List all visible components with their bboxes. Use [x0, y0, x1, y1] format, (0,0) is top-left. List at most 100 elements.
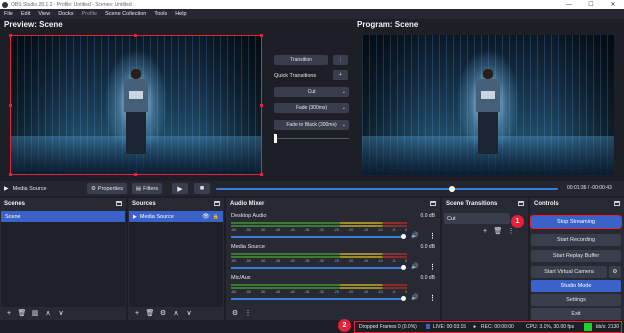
menu-help[interactable]: Help [175, 11, 186, 17]
studio-mode-button[interactable]: Studio Mode [531, 280, 621, 292]
add-icon[interactable]: + [132, 309, 142, 319]
start-replay-buffer-button[interactable]: Start Replay Buffer [531, 250, 621, 262]
volume-fader-handle[interactable] [401, 265, 406, 270]
filter-icon: ▤ [135, 185, 142, 192]
gear-icon[interactable]: ⚙ [158, 309, 168, 319]
menu-file[interactable]: File [4, 11, 13, 17]
source-selection-box[interactable] [10, 35, 262, 175]
transition-menu-icon[interactable]: ⋮ [506, 227, 516, 237]
transition-button[interactable]: Transition [274, 55, 328, 65]
resize-handle-br[interactable] [260, 173, 263, 176]
media-stop-button[interactable]: ■ [194, 183, 210, 194]
scenes-toolbar: + 🗑 ▥ ∧ ∨ [0, 307, 126, 320]
menu-docks[interactable]: Docks [58, 11, 73, 17]
undock-icon[interactable] [116, 201, 122, 206]
quick-transition-fade[interactable]: Fade (300ms) ⌄ [274, 103, 349, 113]
lock-icon[interactable]: 🔒 [213, 214, 219, 220]
transition-select-value: Cut [447, 215, 456, 222]
advanced-audio-icon[interactable]: ⚙ [230, 309, 240, 319]
channel-menu-icon[interactable]: ⋮ [429, 263, 436, 271]
controls-title: Controls [534, 201, 559, 207]
add-icon[interactable]: + [480, 227, 490, 237]
quick-transition-cut[interactable]: Cut ⌄ [274, 87, 349, 97]
volume-meter [231, 284, 407, 286]
move-up-icon[interactable]: ∧ [171, 309, 181, 319]
resize-handle-t[interactable] [134, 34, 137, 37]
menu-scene-collection[interactable]: Scene Collection [105, 11, 146, 17]
chevron-down-icon: ⌄ [341, 122, 346, 128]
channel-db: 0.0 dB [420, 244, 435, 250]
minimize-button[interactable]: — [558, 2, 580, 8]
source-item[interactable]: ▶ Media Source 👁 🔒 [129, 211, 223, 222]
transition-more-button[interactable]: ⋮ [333, 55, 348, 65]
dropped-frames: Dropped Frames 0 (0.0%) [359, 324, 417, 330]
volume-fader[interactable] [231, 298, 403, 300]
channel-db: 0.0 dB [420, 275, 435, 281]
mixer-menu-icon[interactable]: ⋮ [243, 309, 253, 319]
move-up-icon[interactable]: ∧ [43, 309, 53, 319]
eye-icon[interactable]: 👁 [202, 213, 210, 220]
volume-fader[interactable] [231, 267, 403, 269]
connection-status-icon [584, 323, 592, 331]
media-seek-bar[interactable] [216, 188, 558, 190]
media-seek-handle[interactable] [448, 186, 455, 192]
menu-edit[interactable]: Edit [21, 11, 30, 17]
program-title: Program: Scene [357, 20, 419, 29]
filters-label: Filters [143, 185, 159, 192]
volume-fader-handle[interactable] [401, 296, 406, 301]
person-figure [473, 68, 503, 156]
quick-transitions-label: Quick Transitions [274, 73, 317, 79]
tbar-slider-track[interactable] [277, 138, 349, 139]
trash-icon[interactable]: 🗑 [493, 227, 503, 237]
exit-button[interactable]: Exit [531, 308, 621, 320]
menu-tools[interactable]: Tools [154, 11, 167, 17]
channel-db: 0.0 dB [420, 213, 435, 219]
volume-fader[interactable] [231, 236, 403, 238]
undock-icon[interactable] [430, 201, 436, 206]
undock-icon[interactable] [614, 201, 620, 206]
add-icon[interactable]: + [4, 309, 14, 319]
resize-handle-b[interactable] [134, 173, 137, 176]
channel-menu-icon[interactable]: ⋮ [429, 232, 436, 240]
add-quick-transition-button[interactable]: + [333, 70, 348, 80]
settings-button[interactable]: Settings [531, 294, 621, 306]
scenes-list: Scene [1, 211, 125, 307]
media-play-button[interactable]: ▶ [172, 183, 188, 194]
filter-icon[interactable]: ▥ [30, 309, 40, 319]
scene-item[interactable]: Scene [1, 211, 125, 222]
audio-mixer-header: Audio Mixer [226, 198, 440, 210]
stop-streaming-button[interactable]: Stop Streaming [530, 215, 622, 229]
undock-icon[interactable] [518, 201, 524, 206]
resize-handle-tr[interactable] [260, 34, 263, 37]
menu-profile[interactable]: Profile [81, 11, 97, 17]
virtual-camera-settings-button[interactable]: ⚙ [609, 266, 621, 278]
speaker-icon[interactable]: 🔊 [411, 294, 418, 301]
undock-icon[interactable] [214, 201, 220, 206]
volume-fader-handle[interactable] [401, 234, 406, 239]
channel-menu-icon[interactable]: ⋮ [429, 294, 436, 302]
play-icon: ▶ [177, 185, 183, 193]
quick-transition-fade-black[interactable]: Fade to Black (300ms) ⌄ [274, 120, 349, 130]
properties-button[interactable]: ⚙ Properties [87, 183, 127, 194]
resize-handle-r[interactable] [260, 104, 263, 107]
move-down-icon[interactable]: ∨ [56, 309, 66, 319]
resize-handle-bl[interactable] [9, 173, 12, 176]
menu-view[interactable]: View [38, 11, 50, 17]
close-button[interactable]: ✕ [602, 1, 624, 8]
trash-icon[interactable]: 🗑 [145, 309, 155, 319]
status-bar: Dropped Frames 0 (0.0%) LIVE: 00:03:15 ●… [0, 321, 624, 333]
resize-handle-l[interactable] [9, 104, 12, 107]
transition-actions: + 🗑 ⋮ [480, 227, 519, 237]
move-down-icon[interactable]: ∨ [184, 309, 194, 319]
volume-meter [231, 225, 407, 227]
filters-button[interactable]: ▤ Filters [132, 183, 162, 194]
speaker-icon[interactable]: 🔊 [411, 263, 418, 270]
start-virtual-camera-button[interactable]: Start Virtual Camera [531, 266, 607, 278]
speaker-icon[interactable]: 🔊 [411, 232, 418, 239]
trash-icon[interactable]: 🗑 [17, 309, 27, 319]
transition-select[interactable]: Cut [444, 213, 510, 224]
maximize-button[interactable]: ☐ [580, 1, 602, 8]
annotation-badge-1: 1 [511, 215, 524, 228]
resize-handle-tl[interactable] [9, 34, 12, 37]
start-recording-button[interactable]: Start Recording [531, 234, 621, 246]
